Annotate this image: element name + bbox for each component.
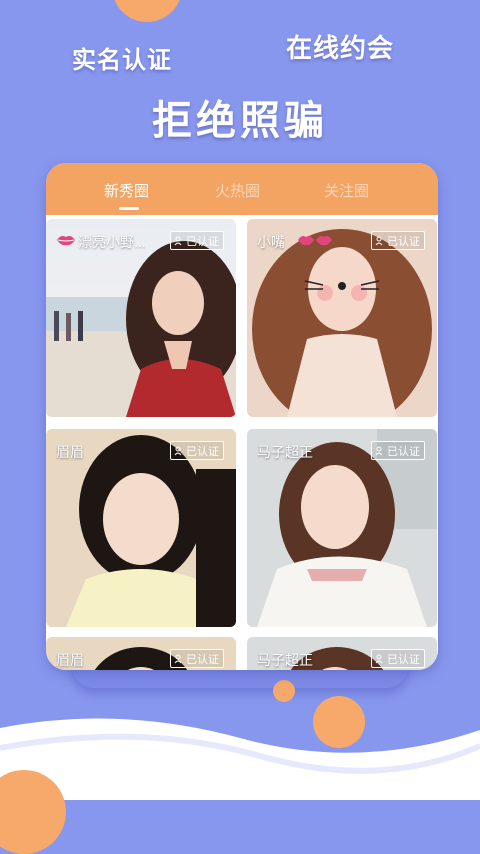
- profile-card[interactable]: 漂亮小野... 已认证: [46, 219, 236, 417]
- verified-badge: 已认证: [371, 231, 425, 250]
- profile-name: 漂亮小野...: [78, 234, 146, 250]
- lips-icon: [298, 236, 332, 246]
- profile-card[interactable]: 马子超正 已认证: [247, 637, 437, 670]
- verified-badge: 已认证: [170, 649, 224, 668]
- bottom-wave: [0, 718, 480, 800]
- active-tab-indicator: [119, 207, 139, 210]
- profile-card[interactable]: 眉眉 已认证: [46, 429, 236, 627]
- person-icon: [174, 654, 182, 663]
- profile-name: 马子超正: [257, 652, 313, 668]
- decorative-circle-top: [112, 0, 182, 22]
- person-icon: [174, 236, 182, 245]
- profile-name: 马子超正: [257, 444, 313, 460]
- slogan-realname: 实名认证: [72, 47, 172, 74]
- profile-card[interactable]: 小嘴 已认证: [247, 219, 437, 417]
- tab-bar: 新秀圈 火热圈 关注圈: [46, 163, 438, 215]
- person-icon: [375, 654, 383, 663]
- person-icon: [375, 446, 383, 455]
- slogan-online-date: 在线约会: [286, 33, 395, 63]
- phone-mockup: 新秀圈 火热圈 关注圈 漂亮小野... 已认证 小嘴 已认证 眉眉 已认证 马子…: [46, 163, 438, 670]
- profile-card[interactable]: 眉眉 已认证: [46, 637, 236, 670]
- verified-badge: 已认证: [371, 441, 425, 460]
- verified-label: 已认证: [387, 445, 420, 458]
- tab-new-show[interactable]: 新秀圈: [104, 180, 149, 201]
- tab-follow[interactable]: 关注圈: [324, 180, 369, 201]
- verified-label: 已认证: [387, 235, 420, 248]
- verified-badge: 已认证: [170, 441, 224, 460]
- profile-name: 眉眉: [56, 444, 84, 460]
- lips-icon: [57, 236, 75, 246]
- verified-label: 已认证: [387, 653, 420, 666]
- tab-hot[interactable]: 火热圈: [215, 180, 260, 201]
- profile-name: 眉眉: [56, 652, 84, 668]
- profile-grid: 漂亮小野... 已认证 小嘴 已认证 眉眉 已认证 马子超正 已认证 眉眉 已认…: [46, 215, 438, 670]
- person-icon: [174, 446, 182, 455]
- verified-label: 已认证: [186, 235, 219, 248]
- verified-label: 已认证: [186, 445, 219, 458]
- profile-name: 小嘴: [257, 234, 285, 250]
- profile-card[interactable]: 马子超正 已认证: [247, 429, 437, 627]
- verified-badge: 已认证: [170, 231, 224, 250]
- verified-badge: 已认证: [371, 649, 425, 668]
- slogan-no-fraud: 拒绝照骗: [152, 99, 328, 143]
- verified-label: 已认证: [186, 653, 219, 666]
- person-icon: [375, 236, 383, 245]
